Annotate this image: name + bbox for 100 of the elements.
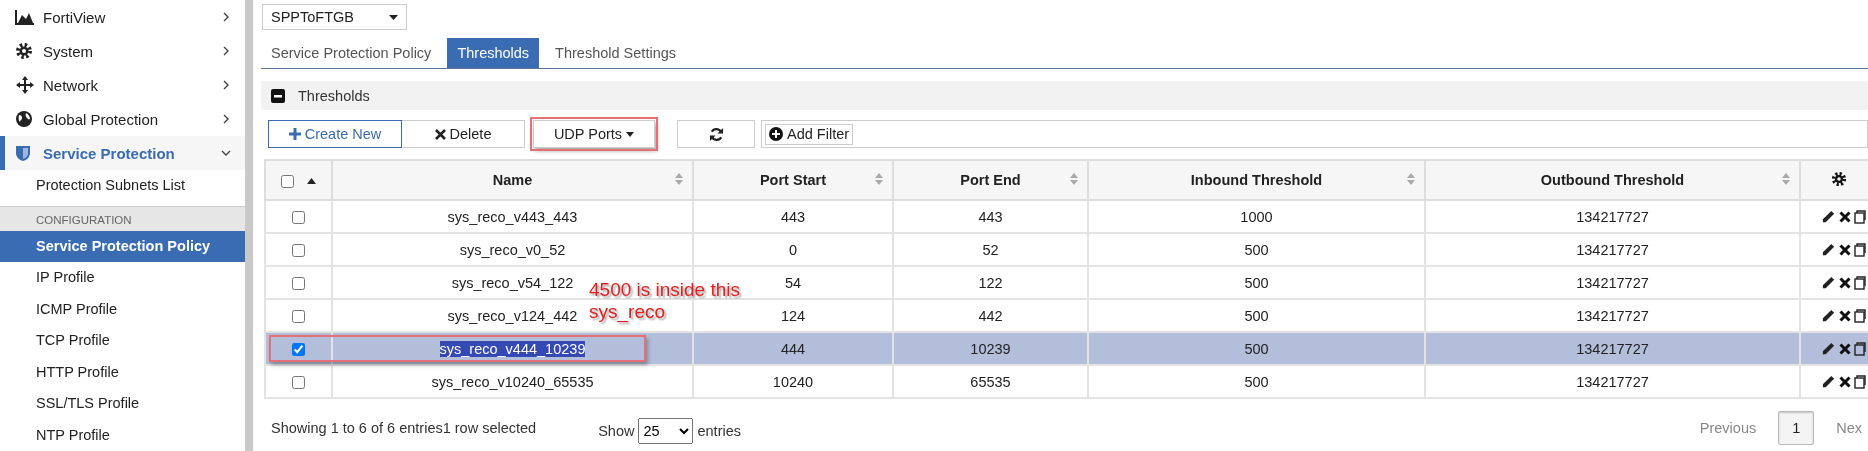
- sidebar-item[interactable]: System: [0, 34, 245, 68]
- close-icon[interactable]: [1839, 276, 1851, 289]
- pencil-icon[interactable]: [1821, 341, 1836, 356]
- tab[interactable]: Threshold Settings: [545, 38, 686, 68]
- move-arrows-icon: [15, 75, 35, 95]
- row-checkbox[interactable]: [292, 244, 305, 258]
- table-cell: sys_reco_v443_443: [447, 208, 578, 225]
- table-cell: 443: [893, 200, 1088, 233]
- column-header[interactable]: Port Start: [693, 160, 893, 200]
- clone-icon[interactable]: [1854, 242, 1866, 257]
- refresh-button[interactable]: [677, 120, 755, 148]
- caret-icon: [389, 14, 398, 20]
- collapse-icon[interactable]: [271, 88, 285, 103]
- panel-title: Thresholds: [298, 87, 370, 104]
- table-cell: sys_reco_v0_52: [459, 241, 566, 258]
- sidebar-subitem[interactable]: Protection Subnets List: [0, 170, 245, 202]
- table-cell: 1000: [1088, 200, 1425, 233]
- table-cell: 443: [693, 200, 893, 233]
- sidebar-item[interactable]: Service Protection: [0, 136, 245, 170]
- udp-ports-dropdown[interactable]: UDP Ports: [533, 120, 655, 148]
- table-cell: 122: [893, 266, 1088, 299]
- table-cell: 444: [693, 332, 893, 365]
- policy-select[interactable]: SPPToFTGB: [262, 4, 407, 30]
- create-new-button[interactable]: Create New: [268, 120, 402, 148]
- section-heading: CONFIGURATION: [0, 205, 245, 231]
- column-header[interactable]: Inbound Threshold: [1088, 160, 1425, 200]
- row-checkbox[interactable]: [292, 343, 305, 357]
- delete-button[interactable]: Delete: [402, 120, 525, 148]
- shield-icon: [15, 144, 31, 162]
- table-cell: 134217727: [1425, 233, 1800, 266]
- row-checkbox[interactable]: [292, 310, 305, 324]
- close-icon[interactable]: [1839, 309, 1851, 322]
- pencil-icon[interactable]: [1821, 275, 1836, 290]
- row-checkbox[interactable]: [292, 277, 305, 291]
- clone-icon[interactable]: [1854, 308, 1866, 323]
- table-cell: 134217727: [1425, 365, 1800, 398]
- add-filter-button[interactable]: Add Filter: [765, 123, 854, 145]
- table-cell: 134217727: [1425, 266, 1800, 299]
- column-header[interactable]: Name: [332, 160, 693, 200]
- table-cell: 500: [1088, 266, 1425, 299]
- table-cell: 10240: [693, 365, 893, 398]
- sidebar-item[interactable]: FortiView: [0, 0, 245, 34]
- sidebar-subitem[interactable]: IP Profile: [0, 262, 245, 294]
- page-button[interactable]: 1: [1778, 411, 1815, 445]
- table-cell: 65535: [893, 365, 1088, 398]
- plus-icon: [288, 128, 301, 140]
- table-cell: 0: [693, 233, 893, 266]
- globe-icon: [15, 110, 33, 128]
- clone-icon[interactable]: [1854, 341, 1866, 356]
- entries-label: entries: [697, 423, 741, 439]
- close-icon[interactable]: [1839, 342, 1851, 355]
- clone-icon[interactable]: [1854, 209, 1866, 224]
- refresh-icon: [708, 126, 724, 142]
- table-cell: sys_reco_v10240_65535: [431, 373, 594, 390]
- sidebar-subitem[interactable]: ICMP Profile: [0, 293, 245, 325]
- sort-up-icon[interactable]: [306, 178, 316, 185]
- close-icon[interactable]: [1839, 375, 1851, 388]
- table-cell: sys_reco_v54_122: [451, 274, 574, 291]
- next-link[interactable]: Nex: [1836, 420, 1862, 436]
- sidebar-subitem[interactable]: Service Protection Policy: [0, 230, 245, 262]
- table-cell: sys_reco_v124_442: [447, 307, 578, 324]
- plus-circle-icon: [769, 127, 783, 141]
- page-size-select[interactable]: 25: [638, 418, 694, 444]
- clone-icon[interactable]: [1854, 374, 1866, 389]
- column-header[interactable]: Outbound Threshold: [1425, 160, 1800, 200]
- sidebar-subitem[interactable]: NTP Profile: [0, 419, 245, 451]
- entries-summary: Showing 1 to 6 of 6 entries1 row selected: [271, 420, 537, 436]
- clone-icon[interactable]: [1854, 275, 1866, 290]
- close-icon: [434, 128, 446, 140]
- tab[interactable]: Thresholds: [447, 38, 540, 68]
- select-all-checkbox[interactable]: [281, 174, 295, 188]
- table-cell: 500: [1088, 365, 1425, 398]
- row-checkbox[interactable]: [292, 376, 305, 390]
- table-cell: 52: [893, 233, 1088, 266]
- settings-icon: [15, 42, 33, 60]
- table-cell: 500: [1088, 233, 1425, 266]
- previous-link[interactable]: Previous: [1699, 420, 1757, 436]
- table-cell: 500: [1088, 332, 1425, 365]
- row-checkbox[interactable]: [292, 211, 305, 225]
- table-cell: 134217727: [1425, 200, 1800, 233]
- pencil-icon[interactable]: [1821, 308, 1836, 323]
- tab[interactable]: Service Protection Policy: [261, 38, 442, 68]
- sidebar-item[interactable]: Global Protection: [0, 102, 245, 136]
- table-cell: 134217727: [1425, 332, 1800, 365]
- area-chart-icon: [15, 9, 35, 25]
- column-header[interactable]: Port End: [893, 160, 1088, 200]
- table-cell: 10239: [893, 332, 1088, 365]
- settings-icon[interactable]: [1831, 170, 1847, 187]
- table-cell: sys_reco_v444_10239: [439, 340, 586, 357]
- pencil-icon[interactable]: [1821, 374, 1836, 389]
- pencil-icon[interactable]: [1821, 209, 1836, 224]
- close-icon[interactable]: [1839, 243, 1851, 256]
- sidebar-item[interactable]: Network: [0, 68, 245, 102]
- close-icon[interactable]: [1839, 210, 1851, 223]
- pencil-icon[interactable]: [1821, 242, 1836, 257]
- sidebar-subitem[interactable]: HTTP Profile: [0, 356, 245, 388]
- sidebar-subitem[interactable]: TCP Profile: [0, 325, 245, 357]
- sidebar-subitem[interactable]: SSL/TLS Profile: [0, 388, 245, 420]
- show-label: Show: [598, 423, 635, 439]
- caret-icon: [626, 131, 635, 137]
